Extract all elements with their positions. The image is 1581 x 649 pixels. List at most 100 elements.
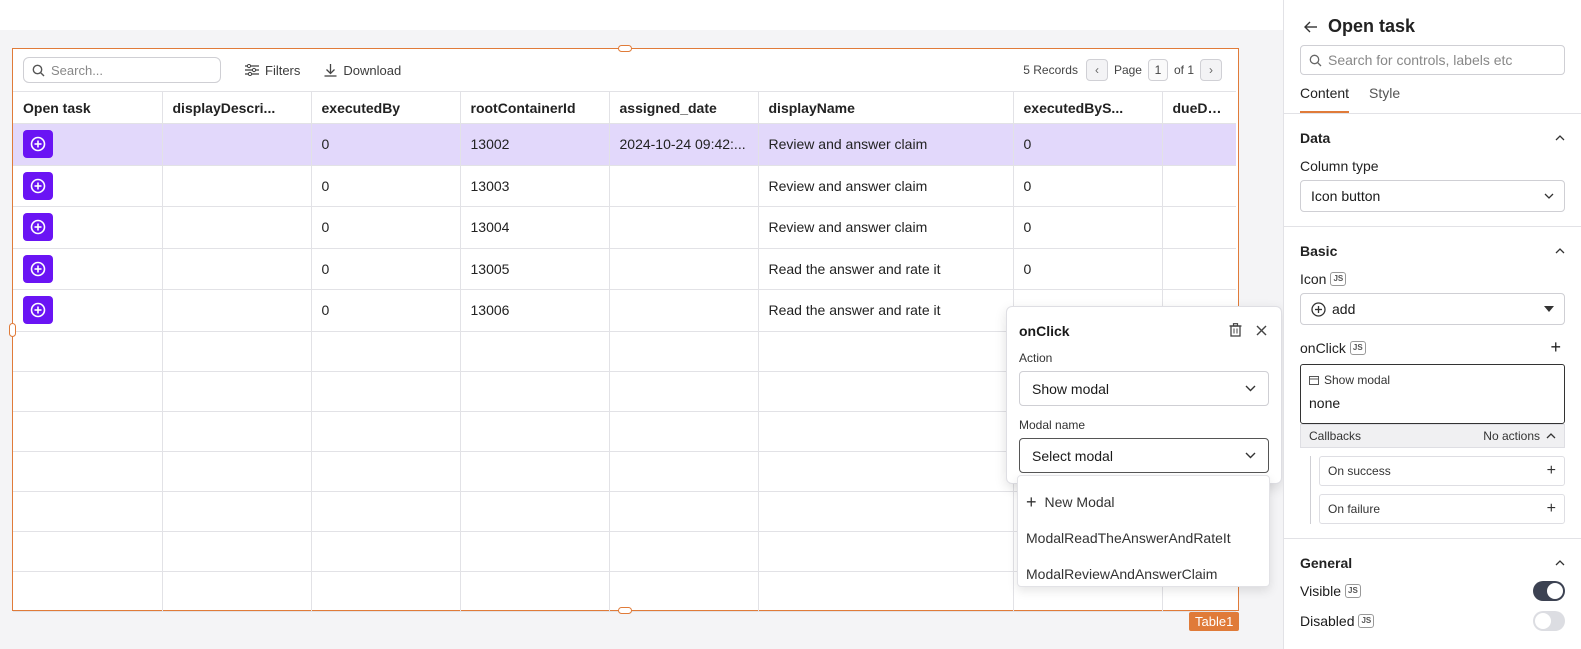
table-cell[interactable]: 2024-10-24 09:42:... bbox=[609, 123, 759, 166]
table-row[interactable]: 0 13003 Review and answer claim 0 bbox=[13, 165, 1236, 207]
action-card[interactable]: Show modal none bbox=[1300, 364, 1565, 424]
table-cell[interactable] bbox=[1162, 248, 1236, 290]
dropdown-item-modal[interactable]: ModalReviewAndAnswerClaim bbox=[1018, 556, 1269, 592]
table-cell[interactable] bbox=[162, 206, 312, 249]
disabled-toggle[interactable] bbox=[1533, 611, 1565, 631]
table-cell[interactable]: Read the answer and rate it bbox=[758, 289, 1014, 332]
open-task-button[interactable] bbox=[23, 254, 53, 283]
table-cell[interactable] bbox=[609, 206, 759, 249]
empty-cell bbox=[460, 331, 610, 372]
resize-handle-bottom[interactable] bbox=[618, 607, 632, 614]
open-task-button[interactable] bbox=[23, 213, 53, 242]
table-cell[interactable]: 0 bbox=[1013, 248, 1163, 290]
table-cell[interactable]: 13003 bbox=[460, 165, 610, 207]
action-select[interactable]: Show modal bbox=[1019, 371, 1269, 406]
table-cell[interactable]: 0 bbox=[311, 289, 461, 332]
modal-name-select[interactable]: Select modal bbox=[1019, 438, 1269, 473]
column-header[interactable]: assigned_date bbox=[609, 91, 759, 124]
table-search-input[interactable]: Search... bbox=[23, 57, 221, 83]
table-cell[interactable] bbox=[609, 165, 759, 207]
widget-name-tag[interactable]: Table1 bbox=[1189, 612, 1240, 631]
table-cell[interactable]: 13002 bbox=[460, 123, 610, 166]
js-toggle[interactable]: JS bbox=[1349, 340, 1366, 355]
table-cell[interactable]: 0 bbox=[1013, 165, 1163, 207]
column-header[interactable]: dueDate bbox=[1162, 91, 1236, 124]
column-header[interactable]: executedBy bbox=[311, 91, 461, 124]
js-toggle[interactable]: JS bbox=[1330, 272, 1347, 286]
column-header[interactable]: Open task bbox=[13, 91, 163, 124]
next-page-button[interactable]: › bbox=[1200, 59, 1222, 81]
table-cell[interactable]: Review and answer claim bbox=[758, 165, 1014, 207]
table-cell[interactable]: Review and answer claim bbox=[758, 123, 1014, 166]
table-cell[interactable]: 13005 bbox=[460, 248, 610, 290]
filters-button[interactable]: Filters bbox=[245, 63, 300, 78]
table-row[interactable]: 0 13004 Review and answer claim 0 bbox=[13, 206, 1236, 249]
prev-page-button[interactable]: ‹ bbox=[1085, 59, 1108, 81]
open-task-button[interactable] bbox=[23, 171, 53, 200]
column-type-select[interactable]: Icon button bbox=[1300, 180, 1565, 212]
open-task-button[interactable] bbox=[23, 130, 53, 159]
table-cell[interactable] bbox=[162, 248, 312, 290]
table-cell[interactable] bbox=[1162, 123, 1236, 166]
open-task-cell bbox=[13, 248, 163, 290]
basic-section-header[interactable]: Basic bbox=[1300, 243, 1565, 259]
plus-icon[interactable]: + bbox=[1547, 500, 1556, 518]
empty-cell bbox=[13, 571, 163, 612]
js-toggle[interactable]: JS bbox=[1345, 584, 1361, 598]
table-cell[interactable]: 13004 bbox=[460, 206, 610, 249]
download-button[interactable]: Download bbox=[324, 63, 401, 78]
resize-handle-top[interactable] bbox=[618, 45, 632, 52]
table-cell[interactable]: 0 bbox=[1013, 123, 1163, 166]
icon-value: add bbox=[1332, 301, 1356, 317]
table-cell[interactable]: 13006 bbox=[460, 289, 610, 332]
back-arrow-icon[interactable] bbox=[1304, 21, 1318, 33]
tab-style[interactable]: Style bbox=[1369, 85, 1400, 113]
callbacks-header[interactable]: Callbacks No actions bbox=[1300, 424, 1565, 448]
column-header[interactable]: executedByS... bbox=[1013, 91, 1163, 124]
table-cell[interactable] bbox=[609, 289, 759, 332]
close-icon[interactable] bbox=[1256, 325, 1267, 336]
basic-section: Basic Icon JS add onClick JS + Show moda… bbox=[1284, 227, 1581, 539]
visible-toggle[interactable] bbox=[1533, 581, 1565, 601]
empty-cell bbox=[758, 371, 1014, 412]
table-cell[interactable]: Read the answer and rate it bbox=[758, 248, 1014, 290]
table-row[interactable]: 0 13005 Read the answer and rate it 0 bbox=[13, 248, 1236, 290]
table-cell[interactable] bbox=[162, 165, 312, 207]
column-header[interactable]: displayName bbox=[758, 91, 1014, 124]
table-cell[interactable] bbox=[162, 123, 312, 166]
on-success-label: On success bbox=[1328, 464, 1391, 478]
dropdown-item-modal[interactable]: ModalReadTheAnswerAndRateIt bbox=[1018, 520, 1269, 556]
on-success-callback[interactable]: On success + bbox=[1319, 456, 1565, 486]
tab-content[interactable]: Content bbox=[1300, 85, 1350, 113]
data-section-header[interactable]: Data bbox=[1300, 130, 1565, 146]
js-toggle[interactable]: JS bbox=[1358, 614, 1375, 628]
resize-handle-left[interactable] bbox=[9, 323, 16, 337]
table-cell[interactable]: 0 bbox=[311, 206, 461, 249]
empty-cell bbox=[609, 411, 759, 452]
empty-cell bbox=[758, 331, 1014, 372]
add-action-icon[interactable]: + bbox=[1550, 337, 1561, 358]
on-failure-callback[interactable]: On failure + bbox=[1319, 494, 1565, 524]
icon-select[interactable]: add bbox=[1300, 293, 1565, 325]
table-cell[interactable]: 0 bbox=[311, 165, 461, 207]
column-header[interactable]: rootContainerId bbox=[460, 91, 610, 124]
empty-cell bbox=[13, 451, 163, 492]
page-number-input[interactable]: 1 bbox=[1147, 59, 1168, 81]
trash-icon[interactable] bbox=[1229, 323, 1242, 337]
table-cell[interactable]: Review and answer claim bbox=[758, 206, 1014, 249]
table-cell[interactable]: 0 bbox=[311, 248, 461, 290]
table-cell[interactable] bbox=[1162, 165, 1236, 207]
table-cell[interactable] bbox=[162, 289, 312, 332]
dropdown-item-new-modal[interactable]: + New Modal bbox=[1018, 484, 1269, 520]
column-header[interactable]: displayDescri... bbox=[162, 91, 312, 124]
table-cell[interactable]: 0 bbox=[1013, 206, 1163, 249]
general-section-header[interactable]: General bbox=[1300, 555, 1565, 571]
open-task-button[interactable] bbox=[23, 296, 53, 325]
panel-search-input[interactable]: Search for controls, labels etc bbox=[1300, 45, 1565, 75]
table-cell[interactable] bbox=[609, 248, 759, 290]
table-cell[interactable] bbox=[1162, 206, 1236, 249]
plus-icon[interactable]: + bbox=[1547, 462, 1556, 480]
table-cell[interactable]: 0 bbox=[311, 123, 461, 166]
open-task-cell bbox=[13, 206, 163, 249]
table-row[interactable]: 0 13002 2024-10-24 09:42:... Review and ans… bbox=[13, 123, 1236, 166]
